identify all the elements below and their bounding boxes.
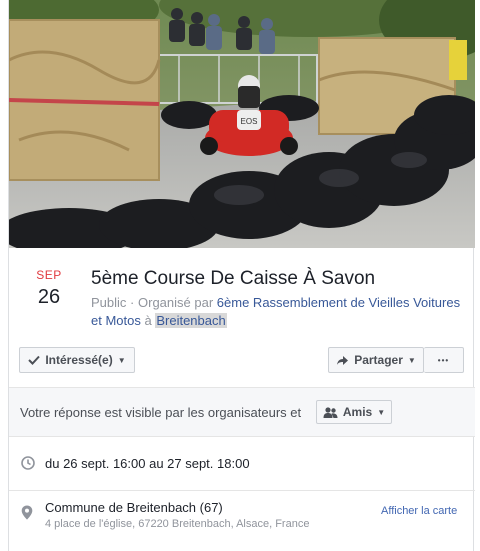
event-date: SEP 26 bbox=[21, 268, 77, 309]
chevron-down-icon: ▼ bbox=[407, 355, 416, 365]
audience-selector-button[interactable]: Amis ▼ bbox=[316, 400, 392, 424]
visibility-text: Votre réponse est visible par les organi… bbox=[20, 405, 302, 420]
location-preposition: à bbox=[144, 313, 152, 328]
organized-by-label: Organisé par bbox=[138, 295, 214, 310]
check-icon bbox=[28, 355, 41, 365]
share-arrow-icon bbox=[336, 355, 349, 366]
audience-label: Amis bbox=[342, 405, 373, 419]
more-options-button[interactable]: ••• bbox=[424, 347, 464, 373]
location-pin-icon bbox=[21, 505, 33, 525]
event-card: EOS SEP 26 5ème Course De Caisse À Savon… bbox=[8, 0, 475, 551]
car-number-text: EOS bbox=[241, 117, 258, 126]
meta-separator: · bbox=[130, 295, 135, 310]
clock-icon bbox=[21, 456, 35, 475]
location-address: 4 place de l'église, 67220 Breitenbach, … bbox=[45, 518, 310, 530]
event-title: 5ème Course De Caisse À Savon bbox=[91, 268, 376, 289]
town-link[interactable]: Breitenbach bbox=[155, 313, 227, 328]
chevron-down-icon: ▼ bbox=[117, 355, 126, 365]
interested-button[interactable]: Intéressé(e) ▼ bbox=[19, 347, 135, 373]
response-visibility-row: Votre réponse est visible par les organi… bbox=[9, 387, 475, 437]
cover-photo[interactable]: EOS bbox=[9, 0, 475, 248]
event-month: SEP bbox=[36, 268, 62, 282]
cover-photo-illustration: EOS bbox=[9, 0, 475, 248]
event-location-row: Commune de Breitenbach (67) 4 place de l… bbox=[9, 491, 475, 551]
event-meta: Public · Organisé par 6ème Rassemblement… bbox=[91, 294, 463, 330]
location-name[interactable]: Commune de Breitenbach (67) bbox=[45, 500, 223, 515]
chevron-down-icon: ▼ bbox=[377, 407, 386, 417]
share-button[interactable]: Partager ▼ bbox=[328, 347, 424, 373]
interested-label: Intéressé(e) bbox=[45, 353, 113, 367]
more-dots-icon: ••• bbox=[437, 355, 450, 365]
event-time-text: du 26 sept. 16:00 au 27 sept. 18:00 bbox=[45, 456, 250, 471]
friends-icon bbox=[323, 406, 338, 418]
share-label: Partager bbox=[354, 353, 403, 367]
event-time-row: du 26 sept. 16:00 au 27 sept. 18:00 bbox=[9, 437, 475, 491]
show-map-link[interactable]: Afficher la carte bbox=[381, 505, 457, 517]
event-day: 26 bbox=[37, 286, 61, 308]
privacy-label: Public bbox=[91, 295, 127, 310]
